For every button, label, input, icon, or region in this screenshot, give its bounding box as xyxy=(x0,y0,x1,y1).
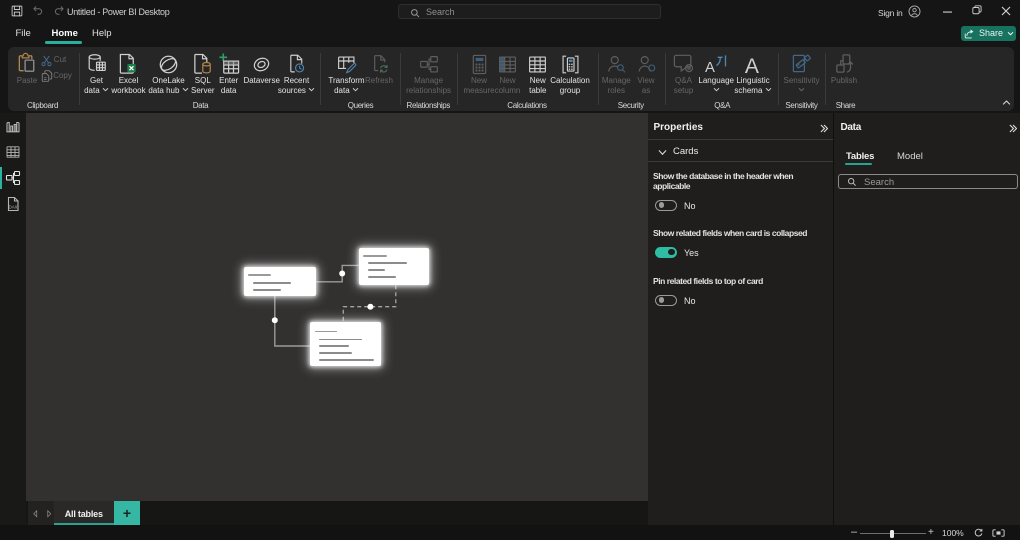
svg-text:A: A xyxy=(705,60,715,75)
svg-text:A: A xyxy=(745,55,759,75)
svg-text:DAX: DAX xyxy=(9,205,18,210)
